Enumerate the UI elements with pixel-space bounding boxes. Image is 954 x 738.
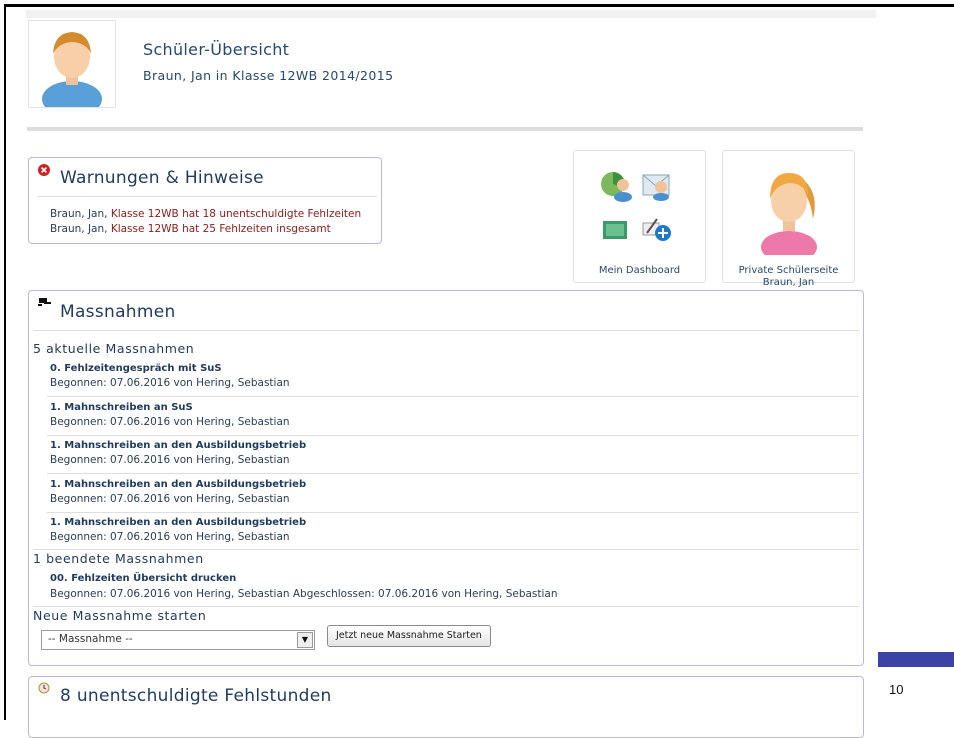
divider <box>47 396 859 397</box>
measure-meta: Begonnen: 07.06.2016 von Hering, Sebasti… <box>50 531 290 543</box>
measure-title[interactable]: 1. Mahnschreiben an SuS <box>50 402 193 413</box>
dashboard-icons <box>601 172 671 241</box>
slide-frame-top <box>4 4 954 7</box>
chevron-down-icon[interactable]: ▼ <box>297 632 313 648</box>
header-divider <box>27 127 863 131</box>
new-measure-heading: Neue Massnahme starten <box>33 608 207 623</box>
warnings-title: Warnungen & Hinweise <box>60 168 264 188</box>
measure-title[interactable]: 1. Mahnschreiben an den Ausbildungsbetri… <box>50 479 306 490</box>
measure-meta: Begonnen: 07.06.2016 von Hering, Sebasti… <box>50 416 290 428</box>
divider <box>37 196 377 197</box>
student-page-label: Private Schülerseite Braun, Jan <box>723 265 854 289</box>
warnings-panel: Warnungen & Hinweise Braun, Jan, Klasse … <box>28 157 382 244</box>
warning-line: Braun, Jan, Klasse 12WB hat 18 unentschu… <box>50 208 361 220</box>
measure-title[interactable]: 1. Mahnschreiben an den Ausbildungsbetri… <box>50 440 306 451</box>
measure-meta: Begonnen: 07.06.2016 von Hering, Sebasti… <box>50 588 558 600</box>
dashboard-label: Mein Dashboard <box>598 265 681 276</box>
girl-avatar-icon <box>761 173 817 255</box>
measure-meta: Begonnen: 07.06.2016 von Hering, Sebasti… <box>50 377 290 389</box>
divider <box>33 549 859 550</box>
current-measures-heading: 5 aktuelle Massnahmen <box>33 341 195 356</box>
clock-icon <box>38 682 50 694</box>
warning-student: Braun, Jan, <box>50 223 108 235</box>
measure-title[interactable]: 1. Mahnschreiben an den Ausbildungsbetri… <box>50 517 306 528</box>
measure-title[interactable]: 00. Fehlzeiten Übersicht drucken <box>50 573 236 584</box>
measure-meta: Begonnen: 07.06.2016 von Hering, Sebasti… <box>50 493 290 505</box>
student-page-label-line2: Braun, Jan <box>762 277 815 288</box>
start-measure-button[interactable]: Jetzt neue Massnahme Starten <box>327 625 491 647</box>
student-page-tile[interactable]: Private Schülerseite Braun, Jan <box>722 150 855 288</box>
slide-number: 10 <box>889 682 904 697</box>
gavel-icon <box>38 298 51 306</box>
absences-title: 8 unentschuldigte Fehlstunden <box>60 686 332 706</box>
top-strip <box>26 10 876 18</box>
slide-frame-left <box>4 4 6 720</box>
warning-student: Braun, Jan, <box>50 208 108 220</box>
absences-panel: 8 unentschuldigte Fehlstunden <box>28 676 864 738</box>
measure-meta: Begonnen: 07.06.2016 von Hering, Sebasti… <box>50 454 290 466</box>
measures-panel: Massnahmen 5 aktuelle Massnahmen 0. Fehl… <box>28 290 864 666</box>
warning-text: Klasse 12WB hat 25 Fehlzeiten insgesamt <box>110 223 331 235</box>
error-x-icon <box>38 164 50 176</box>
page-title: Schüler-Übersicht <box>143 40 290 59</box>
measure-select[interactable]: -- Massnahme -- ▼ <box>41 630 315 650</box>
measure-title[interactable]: 0. Fehlzeitengespräch mit SuS <box>50 363 222 374</box>
slide-accent-bar <box>878 652 954 667</box>
page-subtitle: Braun, Jan in Klasse 12WB 2014/2015 <box>143 68 394 83</box>
student-avatar <box>28 20 116 117</box>
divider <box>47 512 859 513</box>
divider <box>47 473 859 474</box>
boy-avatar-icon <box>42 32 102 117</box>
finished-measures-heading: 1 beendete Massnahmen <box>33 551 204 566</box>
measures-title: Massnahmen <box>60 302 176 322</box>
warning-line: Braun, Jan, Klasse 12WB hat 25 Fehlzeite… <box>50 223 331 235</box>
measure-select-value: -- Massnahme -- <box>48 633 133 645</box>
divider <box>47 435 859 436</box>
warning-text: Klasse 12WB hat 18 unentschuldigte Fehlz… <box>110 208 362 220</box>
divider <box>33 330 859 331</box>
student-page-label-line1: Private Schülerseite <box>738 265 839 276</box>
dashboard-tile[interactable]: Mein Dashboard <box>573 150 706 283</box>
divider <box>33 606 859 607</box>
